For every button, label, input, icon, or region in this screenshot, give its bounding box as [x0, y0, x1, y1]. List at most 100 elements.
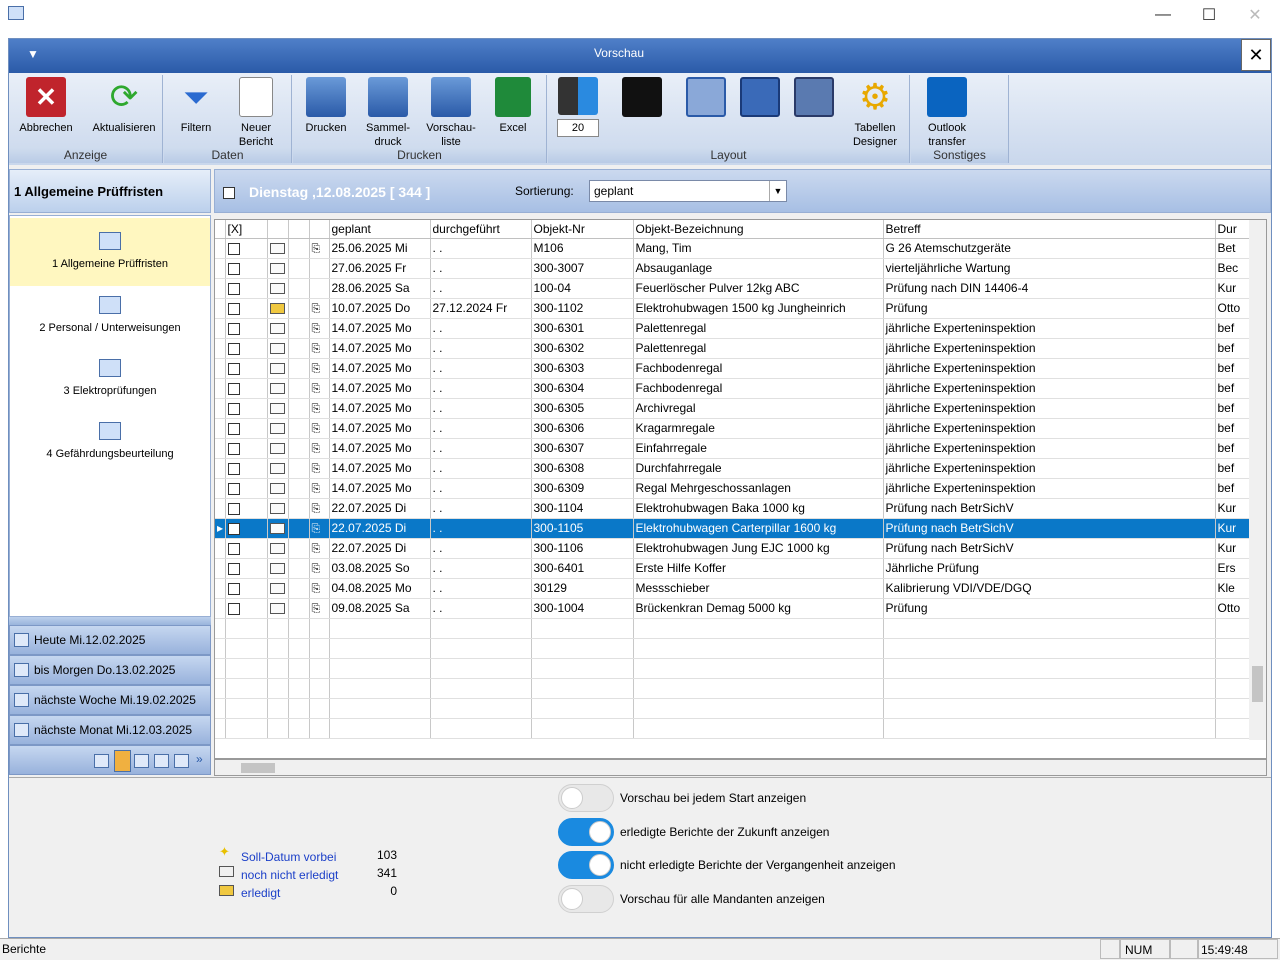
- calendar-icon[interactable]: [154, 754, 169, 768]
- row-checkbox-box[interactable]: [227, 562, 240, 575]
- table-row[interactable]: ⎘ 14.07.2025 Mo . . 300-6307 Einfahrregale j…: [215, 438, 1256, 459]
- col-icon1[interactable]: [267, 220, 289, 239]
- legend-erledigt[interactable]: erledigt: [241, 886, 280, 900]
- row-checkbox-box[interactable]: [227, 422, 240, 435]
- row-checkbox-box[interactable]: [227, 502, 240, 515]
- cell-geplant: 22.07.2025 Di: [329, 538, 431, 559]
- calendar-icon[interactable]: [114, 750, 131, 772]
- row-checkbox-box[interactable]: [227, 242, 240, 255]
- legend-offen[interactable]: noch nicht erledigt: [241, 868, 338, 882]
- vorschauliste-button[interactable]: Vorschau- liste: [421, 77, 481, 149]
- sidebar-item-gefaehrdung[interactable]: 4 Gefährdungsbeurteilung: [10, 408, 210, 476]
- col-icon2[interactable]: [288, 220, 310, 239]
- legend-soll-datum[interactable]: Soll-Datum vorbei: [241, 850, 336, 864]
- table-row[interactable]: ⎘ 09.08.2025 Sa . . 300-1004 Brückenkran De…: [215, 598, 1256, 619]
- layout-grid1-button[interactable]: [682, 77, 730, 121]
- col-geplant[interactable]: geplant: [329, 220, 431, 239]
- row-checkbox-box[interactable]: [227, 402, 240, 415]
- layout-grid3-button[interactable]: [790, 77, 838, 121]
- row-height-spinner[interactable]: 20: [557, 119, 599, 137]
- table-row[interactable]: ⎘ 22.07.2025 Di . . 300-1106 Elektrohubwage…: [215, 538, 1256, 559]
- row-checkbox: [225, 278, 268, 299]
- nav-monat[interactable]: nächste Monat Mi.12.03.2025: [9, 715, 211, 745]
- table-row[interactable]: ⎘ 10.07.2025 Do 27.12.2024 Fr 300-1102 Elekt…: [215, 298, 1256, 319]
- table-row[interactable]: ⎘ 04.08.2025 Mo . . 30129 Messschieber Kalib…: [215, 578, 1256, 599]
- cell-nr: 300-1004: [531, 598, 634, 619]
- calendar-icon[interactable]: [134, 754, 149, 768]
- table-row[interactable]: ⎘ 14.07.2025 Mo . . 300-6303 Fachbodenregal…: [215, 358, 1256, 379]
- vertical-scrollbar[interactable]: [1249, 220, 1266, 740]
- toggle-start[interactable]: [558, 784, 614, 812]
- col-betreff[interactable]: Betreff: [883, 220, 1216, 239]
- drucken-button[interactable]: Drucken: [297, 77, 355, 135]
- sammeldruck-button[interactable]: Sammel- druck: [359, 77, 417, 149]
- table-row[interactable]: ⎘ 22.07.2025 Di . . 300-1104 Elektrohubwage…: [215, 498, 1256, 519]
- calendar-icon[interactable]: [94, 754, 109, 768]
- chevron-more-icon[interactable]: »: [196, 752, 203, 766]
- nav-heute[interactable]: Heute Mi.12.02.2025: [9, 625, 211, 655]
- child-close-button[interactable]: ✕: [1241, 39, 1271, 71]
- excel-button[interactable]: Excel: [485, 77, 541, 135]
- maximize-button[interactable]: ☐: [1186, 0, 1232, 30]
- col-objekt-nr[interactable]: Objekt-Nr: [531, 220, 634, 239]
- row-checkbox-box[interactable]: [227, 322, 240, 335]
- nav-woche[interactable]: nächste Woche Mi.19.02.2025: [9, 685, 211, 715]
- table-row[interactable]: ⎘ 14.07.2025 Mo . . 300-6302 Palettenregal j…: [215, 338, 1256, 359]
- minimize-button[interactable]: —: [1140, 0, 1186, 30]
- col-select[interactable]: [X]: [225, 220, 268, 239]
- row-height-control[interactable]: 20: [552, 77, 604, 137]
- row-checkbox-box[interactable]: [227, 442, 240, 455]
- sort-select[interactable]: geplant ▼: [589, 180, 787, 202]
- tabellen-designer-button[interactable]: ⚙ Tabellen Designer: [844, 77, 906, 149]
- table-row[interactable]: ⎘ 03.08.2025 So . . 300-6401 Erste Hilfe Ko…: [215, 558, 1256, 579]
- table-row[interactable]: ⎘ 14.07.2025 Mo . . 300-6306 Kragarmregale j…: [215, 418, 1256, 439]
- table-row[interactable]: ⎘ 14.07.2025 Mo . . 300-6304 Fachbodenregal…: [215, 378, 1256, 399]
- cell-betreff: jährliche Experteninspektion: [883, 478, 1216, 499]
- scroll-thumb[interactable]: [1252, 666, 1263, 702]
- row-checkbox-box[interactable]: [227, 602, 240, 615]
- row-checkbox-box[interactable]: [227, 482, 240, 495]
- outlook-transfer-button[interactable]: Outlook transfer: [915, 77, 979, 149]
- table-row[interactable]: 27.06.2025 Fr . . 300-3007 Absauganlage vie…: [215, 258, 1256, 279]
- row-checkbox-box[interactable]: [227, 382, 240, 395]
- calendar-icon[interactable]: [174, 754, 189, 768]
- toggle-mandanten[interactable]: [558, 885, 614, 913]
- table-row[interactable]: ⎘ 14.07.2025 Mo . . 300-6301 Palettenregal j…: [215, 318, 1256, 339]
- row-checkbox-box[interactable]: [227, 282, 240, 295]
- sidebar-item-elektro[interactable]: 3 Elektroprüfungen: [10, 345, 210, 413]
- horizontal-scrollbar[interactable]: [214, 759, 1267, 776]
- row-checkbox-box[interactable]: [227, 542, 240, 555]
- filtern-button[interactable]: ⏷ Filtern: [168, 77, 224, 135]
- sidebar-splitter[interactable]: [9, 617, 211, 625]
- toggle-zukunft[interactable]: [558, 818, 614, 846]
- sidebar-item-allgemeine[interactable]: 1 Allgemeine Prüffristen: [10, 218, 210, 286]
- row-checkbox-box[interactable]: [227, 462, 240, 475]
- nav-morgen[interactable]: bis Morgen Do.13.02.2025: [9, 655, 211, 685]
- sidebar-item-personal[interactable]: 2 Personal / Unterweisungen: [10, 282, 210, 350]
- table-row[interactable]: ⎘ 14.07.2025 Mo . . 300-6308 Durchfahrregal…: [215, 458, 1256, 479]
- close-button[interactable]: ✕: [1232, 0, 1278, 30]
- neuer-bericht-button[interactable]: Neuer Bericht: [226, 77, 286, 149]
- table-row[interactable]: ⎘ 14.07.2025 Mo . . 300-6309 Regal Mehrgesc…: [215, 478, 1256, 499]
- col-icon3[interactable]: [309, 220, 330, 239]
- row-checkbox-box[interactable]: [227, 342, 240, 355]
- toggle-vergangenheit[interactable]: [558, 851, 614, 879]
- aktualisieren-button[interactable]: ⟳ Aktualisieren: [89, 77, 159, 135]
- row-checkbox-box[interactable]: [227, 262, 240, 275]
- col-objekt-bezeichnung[interactable]: Objekt-Bezeichnung: [633, 220, 884, 239]
- col-durchgefuehrt[interactable]: durchgeführt: [430, 220, 532, 239]
- row-checkbox-box[interactable]: [227, 302, 240, 315]
- table-row[interactable]: ▸ ⎘ 22.07.2025 Di . . 300-1105 Elektrohubwag…: [215, 518, 1256, 539]
- row-checkbox-box[interactable]: [227, 582, 240, 595]
- table-row[interactable]: ⎘ 14.07.2025 Mo . . 300-6305 Archivregal jäh…: [215, 398, 1256, 419]
- table-row[interactable]: ⎘ 25.06.2025 Mi . . M106 Mang, Tim G 26 Atem…: [215, 238, 1256, 259]
- chevron-down-icon[interactable]: ▼: [769, 181, 786, 201]
- row-checkbox-box[interactable]: [227, 362, 240, 375]
- layout-list-button[interactable]: [618, 77, 666, 121]
- layout-grid2-button[interactable]: [736, 77, 784, 121]
- abbrechen-button[interactable]: ✕ Abbrechen: [15, 77, 77, 135]
- table-row[interactable]: 28.06.2025 Sa . . 100-04 Feuerlöscher Pulv…: [215, 278, 1256, 299]
- select-all-checkbox[interactable]: [223, 187, 235, 199]
- row-checkbox-box[interactable]: [227, 522, 240, 535]
- scroll-thumb[interactable]: [241, 763, 275, 773]
